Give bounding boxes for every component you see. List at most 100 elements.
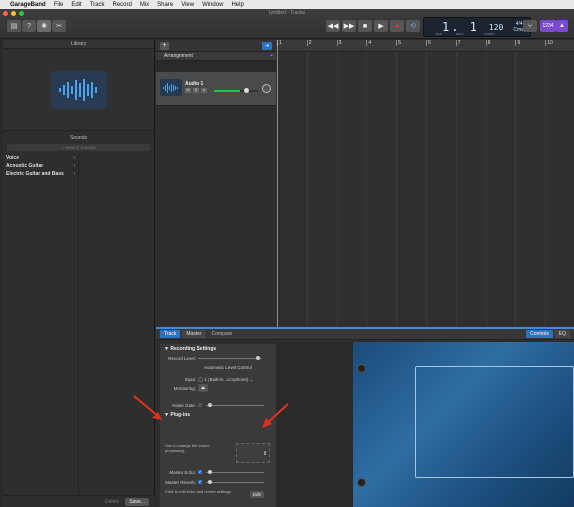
ruler-bar-4[interactable]: 4: [366, 40, 371, 46]
menu-track[interactable]: Track: [90, 2, 105, 8]
menu-mix[interactable]: Mix: [140, 2, 149, 8]
help-button[interactable]: ?: [22, 20, 36, 32]
delete-button[interactable]: Delete: [105, 499, 119, 505]
monitoring-button[interactable]: ⏏: [198, 384, 209, 392]
smart-controls-button[interactable]: ✺: [37, 20, 51, 32]
menu-window[interactable]: Window: [202, 2, 223, 8]
sounds-header: Sounds: [70, 135, 87, 141]
master-reverb-checkbox[interactable]: ✓: [198, 480, 202, 484]
auto-level-row: Automatic Level Control: [160, 363, 276, 372]
master-echo-slider[interactable]: [206, 472, 264, 473]
record-level-slider[interactable]: [198, 358, 262, 359]
menu-record[interactable]: Record: [112, 2, 131, 8]
rewind-button[interactable]: ◀◀: [326, 20, 340, 32]
ruler-bar-6[interactable]: 6: [426, 40, 431, 46]
noise-gate-label: Noise Gate:: [172, 403, 196, 408]
edit-button[interactable]: Edit: [250, 491, 264, 498]
menu-share[interactable]: Share: [157, 2, 173, 8]
smart-controls-panel: Track Master Compare Controls EQ ▼ Recor…: [156, 327, 574, 507]
ruler[interactable]: 1 2 3 4 5 6 7 8 9 10: [276, 40, 574, 52]
ruler-bar-8[interactable]: 8: [485, 40, 490, 46]
menu-file[interactable]: File: [54, 2, 64, 8]
playhead-icon: ⇥: [264, 42, 270, 49]
list-item[interactable]: Voice ›: [3, 154, 78, 162]
menubar: GarageBand File Edit Track Record Mix Sh…: [0, 0, 574, 9]
recording-settings-header[interactable]: ▼ Recording Settings: [160, 344, 276, 354]
fast-forward-button[interactable]: ▶▶: [342, 20, 356, 32]
metronome-button[interactable]: ▲: [556, 20, 568, 32]
master-echo-knob[interactable]: [208, 470, 212, 474]
view-tabs: Controls EQ: [526, 330, 570, 338]
grid-line: [515, 52, 517, 327]
count-in-button[interactable]: 1234: [540, 20, 556, 32]
library-icon: ▤: [10, 23, 18, 30]
grid-line: [366, 52, 368, 327]
record-enable-button[interactable]: ●: [201, 88, 207, 93]
solo-button[interactable]: S: [193, 88, 199, 93]
volume-slider-knob[interactable]: [244, 88, 249, 93]
catch-playhead-button[interactable]: ⇥: [262, 41, 272, 50]
ruler-bar-5[interactable]: 5: [396, 40, 401, 46]
tab-track[interactable]: Track: [160, 330, 181, 338]
ruler-bar-2[interactable]: 2: [306, 40, 312, 46]
list-item[interactable]: Electric Guitar and Bass ›: [3, 170, 78, 178]
tab-master[interactable]: Master: [182, 330, 206, 338]
record-button[interactable]: ●: [390, 20, 404, 32]
menu-garageband[interactable]: GarageBand: [10, 2, 46, 8]
master-echo-checkbox[interactable]: ✓: [198, 470, 202, 474]
menu-edit[interactable]: Edit: [71, 2, 81, 8]
stop-button[interactable]: ■: [358, 20, 372, 32]
input-select[interactable]: ◯ 1 (Built-in...icrophone) ⌄: [198, 377, 253, 383]
plugin-slot[interactable]: ⇕: [236, 443, 270, 463]
library-button[interactable]: ▤: [7, 20, 21, 32]
track-area-grid[interactable]: [276, 52, 574, 327]
ruler-bar-3[interactable]: 3: [336, 40, 341, 46]
plugin-slot-arrows-icon[interactable]: ⇕: [263, 451, 267, 457]
ruler-bar-10[interactable]: 10: [545, 40, 553, 46]
volume-slider[interactable]: [214, 88, 258, 93]
search-sounds-input[interactable]: ⌕ Search Sounds: [7, 144, 150, 151]
record-level-label: Record Level:: [168, 356, 196, 361]
arrangement-track[interactable]: Arrangement +: [156, 52, 276, 61]
save-button[interactable]: Save...: [125, 497, 149, 506]
library-panel: Library Sounds ⌕ Search Sounds Voice › A…: [3, 40, 155, 507]
lcd-display[interactable]: 1. 1 120 4/4 Cmaj BAR BEAT TEMPO: [423, 17, 531, 37]
tab-controls[interactable]: Controls: [526, 330, 553, 338]
master-echo-label: Master Echo:: [169, 470, 196, 475]
monitoring-label: Monitoring:: [173, 386, 196, 391]
menu-view[interactable]: View: [181, 2, 194, 8]
pan-knob[interactable]: [262, 84, 271, 93]
grid-line: [426, 52, 427, 327]
ruler-bar-7[interactable]: 7: [455, 40, 461, 46]
recording-settings-title: Recording Settings: [170, 346, 217, 352]
menu-help[interactable]: Help: [231, 2, 243, 8]
tab-eq[interactable]: EQ: [554, 330, 570, 338]
add-arrangement-button[interactable]: +: [270, 52, 273, 61]
record-icon: ●: [394, 22, 400, 30]
noise-gate-knob[interactable]: [208, 403, 212, 407]
tracks-empty-area[interactable]: [156, 106, 276, 327]
list-item[interactable]: Acoustic Guitar ›: [3, 162, 78, 170]
playhead[interactable]: [277, 40, 278, 327]
track-header-audio-1[interactable]: Audio 1 M S ●: [156, 72, 276, 106]
ruler-bar-9[interactable]: 9: [515, 40, 520, 46]
tab-compare[interactable]: Compare: [208, 330, 237, 338]
add-track-button[interactable]: +: [160, 41, 169, 50]
help-icon: ?: [27, 22, 31, 30]
editors-button[interactable]: ✂: [52, 20, 66, 32]
play-button[interactable]: ▶: [374, 20, 388, 32]
grid-line: [545, 52, 547, 327]
lcd-label-tempo: TEMPO: [484, 32, 495, 36]
tuner-button[interactable]: ⑂: [523, 20, 537, 32]
lcd-label-bar: BAR: [436, 32, 443, 36]
lcd-label-beat: BEAT: [456, 32, 464, 36]
record-level-knob[interactable]: [256, 356, 260, 360]
cycle-button[interactable]: ⟲: [406, 20, 420, 32]
master-reverb-slider[interactable]: [206, 482, 264, 483]
master-reverb-knob[interactable]: [208, 480, 212, 484]
smart-controls-amp-panel[interactable]: [353, 342, 574, 507]
mute-button[interactable]: M: [185, 88, 191, 93]
auto-level-checkbox-label[interactable]: Automatic Level Control: [204, 365, 252, 370]
noise-gate-checkbox[interactable]: [198, 403, 202, 407]
noise-gate-slider[interactable]: [206, 405, 264, 406]
